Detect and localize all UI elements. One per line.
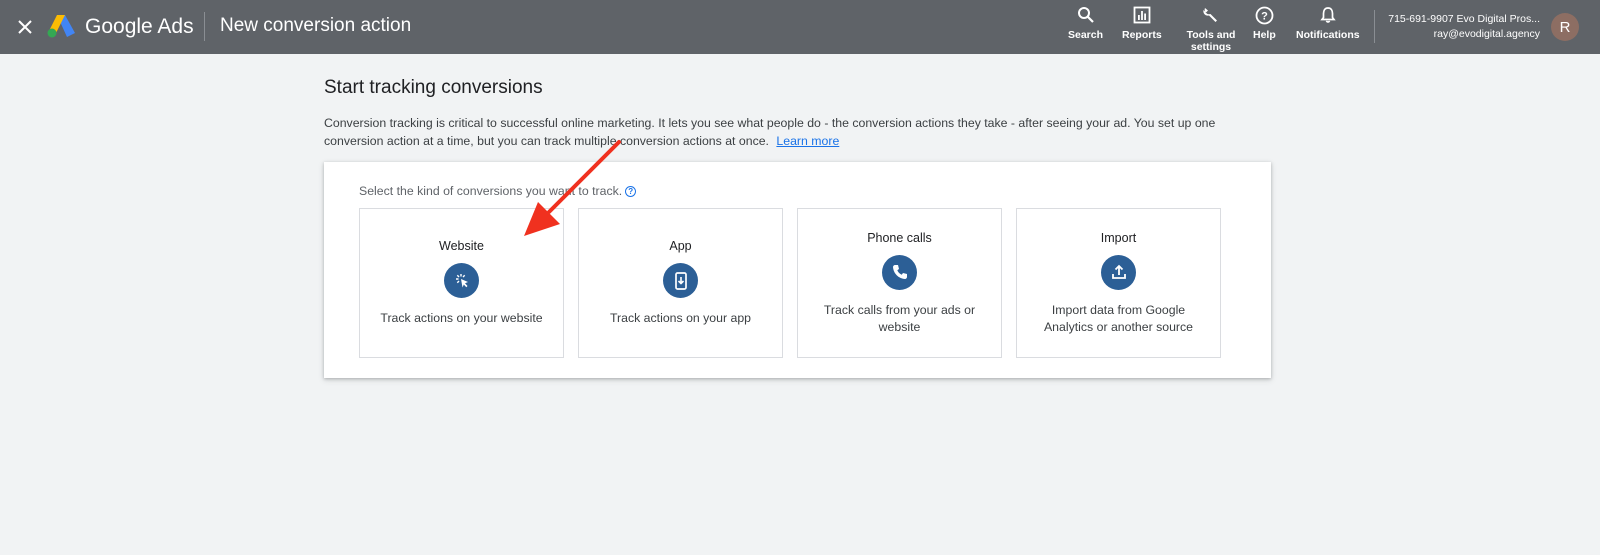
card-description: Track calls from your ads or website [823, 302, 976, 334]
google-ads-logo [47, 15, 75, 38]
account-divider [1374, 10, 1375, 43]
brand-name: Google Ads [85, 15, 194, 38]
conversion-type-prompt: Select the kind of conversions you want … [359, 184, 637, 198]
top-bar: Google Ads New conversion action Search … [0, 0, 1600, 54]
card-import[interactable]: Import Import data from Google Analytics… [1016, 208, 1221, 358]
wrench-icon [1203, 8, 1217, 22]
help-icon: ? [1255, 6, 1274, 24]
avatar[interactable]: R [1551, 13, 1579, 41]
nav-reports-label: Reports [1122, 29, 1162, 41]
bell-icon [1320, 7, 1336, 23]
close-icon [18, 20, 32, 34]
question-icon[interactable]: ? [625, 185, 637, 197]
nav-help[interactable]: ? Help [1253, 4, 1276, 41]
nav-notifications-label: Notifications [1296, 29, 1360, 41]
nav-help-label: Help [1253, 29, 1276, 41]
learn-more-link[interactable]: Learn more [776, 134, 839, 148]
card-description: Import data from Google Analytics or ano… [1043, 302, 1193, 334]
card-app[interactable]: App Track actions on your app [578, 208, 783, 358]
nav-notifications[interactable]: Notifications [1296, 4, 1360, 41]
reports-icon [1133, 6, 1151, 24]
cursor-click-icon [444, 263, 479, 298]
card-title: Import [1100, 230, 1137, 245]
card-title: Website [439, 239, 484, 253]
conversion-type-panel: Select the kind of conversions you want … [324, 162, 1271, 378]
phone-call-icon [882, 254, 917, 290]
card-description: Track actions on your website [380, 311, 543, 325]
card-title: Phone calls [867, 230, 932, 245]
account-email: ray@evodigital.agency [1433, 28, 1540, 40]
card-description: Track actions on your app [609, 311, 752, 325]
intro-body: Conversion tracking is critical to succe… [324, 116, 1216, 148]
account-info[interactable]: 715-691-9907 Evo Digital Pros... ray@evo… [1382, 12, 1540, 42]
close-button[interactable] [12, 14, 38, 40]
nav-tools-label: Tools and settings [1186, 29, 1236, 53]
nav-reports[interactable]: Reports [1122, 4, 1162, 41]
upload-icon [1101, 254, 1136, 290]
nav-tools-and-settings[interactable]: Tools and settings [1181, 4, 1241, 53]
page-heading: New conversion action [220, 15, 412, 36]
card-phone-calls[interactable]: Phone calls Track calls from your ads or… [797, 208, 1002, 358]
phone-download-icon [663, 263, 698, 298]
card-website[interactable]: Website Track actions on your website [359, 208, 564, 358]
nav-search[interactable]: Search [1068, 4, 1103, 41]
nav-search-label: Search [1068, 29, 1104, 41]
account-name: 715-691-9907 Evo Digital Pros... [1388, 13, 1540, 25]
search-icon [1077, 7, 1094, 23]
page-title: Start tracking conversions [324, 77, 543, 98]
header-divider [204, 12, 205, 41]
prompt-text: Select the kind of conversions you want … [359, 184, 623, 198]
intro-text: Conversion tracking is critical to succe… [324, 114, 1254, 150]
card-title: App [669, 239, 692, 253]
svg-text:?: ? [1261, 10, 1268, 22]
